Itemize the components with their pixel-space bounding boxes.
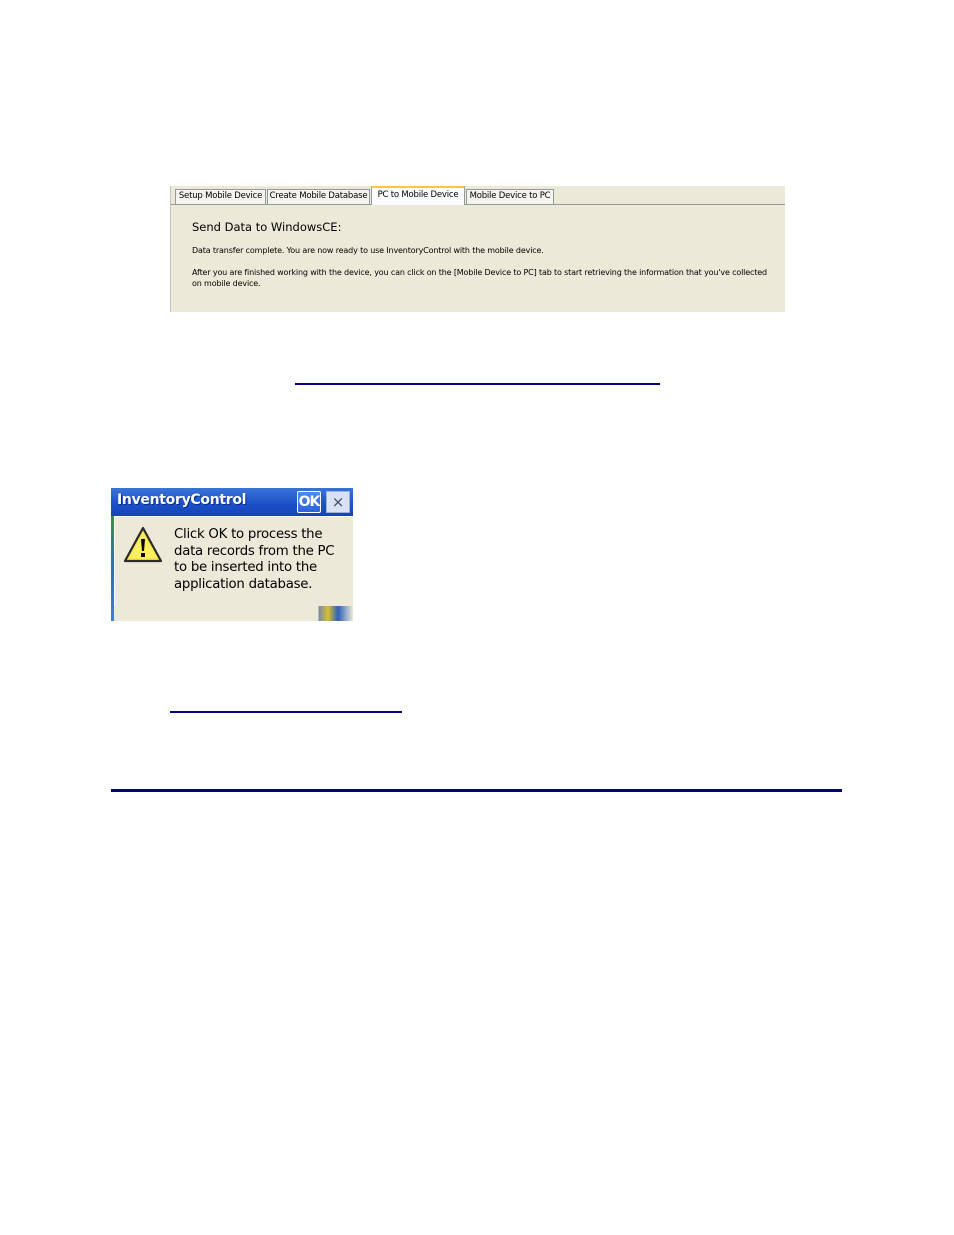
link-underline[interactable] xyxy=(295,383,660,385)
instructions-text-line2: on mobile device. xyxy=(192,279,261,288)
background-taskbar-edge xyxy=(308,606,353,621)
tab-create-mobile-database[interactable]: Create Mobile Database xyxy=(267,189,370,204)
message-line: Click OK to process the xyxy=(174,527,323,542)
instructions-text-line1: After you are finished working with the … xyxy=(192,268,767,277)
tab-pc-to-mobile-device[interactable]: PC to Mobile Device xyxy=(371,186,465,205)
tab-setup-mobile-device[interactable]: Setup Mobile Device xyxy=(175,189,266,204)
dialog-title: InventoryControl xyxy=(117,492,247,508)
message-line: data records from the PC xyxy=(174,543,335,559)
ok-button[interactable]: OK xyxy=(297,491,321,513)
close-button[interactable]: × xyxy=(326,491,350,513)
inventorycontrol-dialog: InventoryControl OK × Click OK to proces… xyxy=(111,488,353,621)
close-icon: × xyxy=(331,493,345,511)
tab-mobile-device-to-pc[interactable]: Mobile Device to PC xyxy=(466,189,554,204)
warning-icon xyxy=(123,526,163,563)
message-line: to be inserted into the xyxy=(174,560,317,576)
dialog-message: Click OK to process the data records fro… xyxy=(174,527,349,593)
transfer-panel-screenshot: Setup Mobile Device Create Mobile Databa… xyxy=(170,186,785,312)
section-divider xyxy=(111,789,842,792)
panel-title: Send Data to WindowsCE: xyxy=(192,220,342,234)
link-underline[interactable] xyxy=(170,711,402,713)
message-line: application database. xyxy=(174,576,313,592)
tab-strip: Setup Mobile Device Create Mobile Databa… xyxy=(171,186,785,205)
status-text: Data transfer complete. You are now read… xyxy=(192,246,544,255)
tab-strip-divider xyxy=(171,204,785,205)
